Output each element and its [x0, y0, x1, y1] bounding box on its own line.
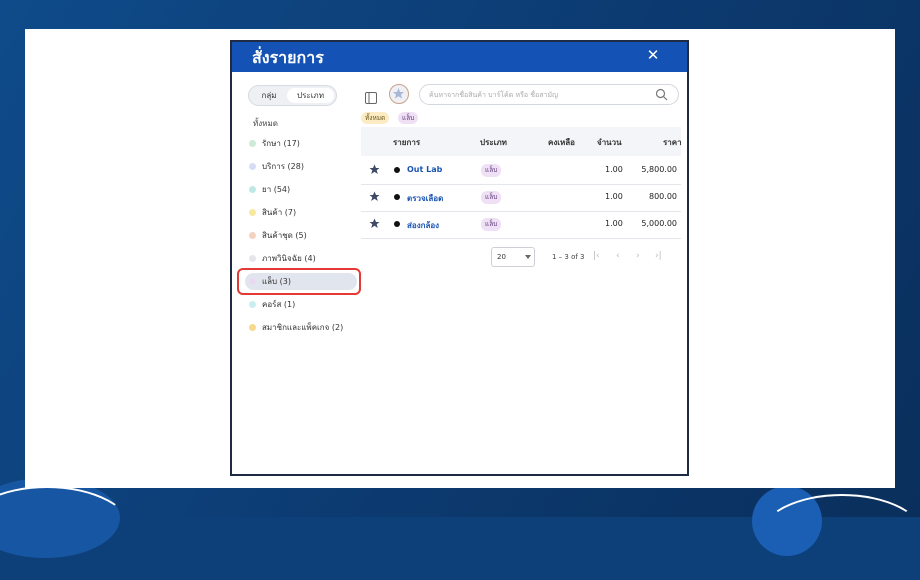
- item-price: 5,800.00: [641, 165, 677, 174]
- item-name-link[interactable]: ตรวจเลือด: [407, 192, 443, 205]
- category-label: ภาพวินิจฉัย (4): [262, 254, 316, 263]
- filter-chip-lab[interactable]: แล็บ: [398, 112, 419, 124]
- next-page-icon[interactable]: ›: [636, 251, 640, 261]
- decorative-arc-right: [760, 494, 920, 578]
- category-label: สมาชิกและแพ็คเกจ (2): [262, 323, 344, 332]
- toggle-type-option[interactable]: ประเภท: [287, 88, 334, 103]
- prev-page-icon[interactable]: ‹: [616, 251, 620, 261]
- last-page-icon[interactable]: ›|: [655, 251, 662, 261]
- column-header-item: รายการ: [393, 138, 421, 147]
- category-item[interactable]: ยา (54): [245, 181, 357, 198]
- category-all[interactable]: ทั้งหมด: [253, 117, 278, 130]
- category-item[interactable]: คอร์ส (1): [245, 296, 357, 313]
- view-toggle: กลุ่ม ประเภท: [248, 85, 337, 106]
- toggle-group-option[interactable]: กลุ่ม: [252, 88, 286, 103]
- page-size-value: 20: [497, 253, 506, 261]
- item-qty: 1.00: [605, 165, 623, 174]
- category-color-dot: [249, 324, 256, 331]
- column-header-qty: จำนวน: [597, 138, 622, 147]
- category-label: คอร์ส (1): [262, 300, 296, 309]
- category-color-dot: [249, 301, 256, 308]
- category-item[interactable]: ภาพวินิจฉัย (4): [245, 250, 357, 267]
- category-label: สินค้าชุด (5): [262, 231, 307, 240]
- highlight-annotation: [237, 268, 361, 295]
- category-label: บริการ (28): [262, 162, 304, 171]
- search-placeholder: ค้นหาจากชื่อสินค้า บาร์โค้ด หรือ ชื่อสาม…: [429, 91, 559, 99]
- column-header-price: ราคา: [663, 138, 682, 147]
- first-page-icon[interactable]: |‹: [593, 251, 600, 261]
- type-badge: แล็บ: [481, 164, 502, 177]
- category-item[interactable]: สมาชิกและแพ็คเกจ (2): [245, 319, 357, 336]
- table-row[interactable]: Out Lab แล็บ 1.00 5,800.00: [361, 157, 681, 185]
- search-field[interactable]: ค้นหาจากชื่อสินค้า บาร์โค้ด หรือ ชื่อสาม…: [419, 84, 679, 105]
- column-header-stock: คงเหลือ: [548, 138, 575, 147]
- pagination-range: 1 – 3 of 3: [552, 253, 585, 261]
- filter-chip-all[interactable]: ทั้งหมด: [361, 112, 390, 124]
- item-qty: 1.00: [605, 219, 623, 228]
- star-icon[interactable]: [369, 164, 380, 175]
- type-badge: แล็บ: [481, 191, 502, 204]
- modal-header: สั่งรายการ ✕: [232, 42, 687, 72]
- panel-toggle-icon[interactable]: [365, 89, 377, 104]
- star-icon: [393, 88, 404, 99]
- star-icon[interactable]: [369, 191, 380, 202]
- category-label: สินค้า (7): [262, 208, 297, 217]
- category-item[interactable]: สินค้าชุด (5): [245, 227, 357, 244]
- category-color-dot: [249, 232, 256, 239]
- item-price: 800.00: [649, 192, 677, 201]
- row-dot: [394, 194, 400, 200]
- item-price: 5,000.00: [641, 219, 677, 228]
- category-color-dot: [249, 209, 256, 216]
- star-icon[interactable]: [369, 218, 380, 229]
- search-icon[interactable]: [655, 88, 668, 101]
- chevron-down-icon: [525, 255, 531, 259]
- item-name-link[interactable]: ส่องกล้อง: [407, 219, 439, 232]
- category-item[interactable]: สินค้า (7): [245, 204, 357, 221]
- type-badge: แล็บ: [481, 218, 502, 231]
- category-color-dot: [249, 186, 256, 193]
- category-color-dot: [249, 140, 256, 147]
- favorite-filter-button[interactable]: [389, 84, 409, 104]
- table-row[interactable]: ส่องกล้อง แล็บ 1.00 5,000.00: [361, 211, 681, 239]
- table-header: รายการ ประเภท คงเหลือ จำนวน ราคา: [361, 127, 682, 156]
- close-button[interactable]: ✕: [644, 46, 662, 64]
- category-color-dot: [249, 163, 256, 170]
- column-header-type: ประเภท: [480, 138, 507, 147]
- row-dot: [394, 221, 400, 227]
- modal-title: สั่งรายการ: [252, 48, 324, 67]
- row-dot: [394, 167, 400, 173]
- category-label: รักษา (17): [262, 139, 300, 148]
- category-item[interactable]: รักษา (17): [245, 135, 357, 152]
- category-color-dot: [249, 255, 256, 262]
- item-name-link[interactable]: Out Lab: [407, 165, 442, 174]
- page-size-select[interactable]: 20: [491, 247, 535, 267]
- item-qty: 1.00: [605, 192, 623, 201]
- table-row[interactable]: ตรวจเลือด แล็บ 1.00 800.00: [361, 184, 681, 212]
- category-item[interactable]: บริการ (28): [245, 158, 357, 175]
- category-label: ยา (54): [262, 185, 291, 194]
- order-modal: สั่งรายการ ✕ กลุ่ม ประเภท ทั้งหมด รักษา …: [230, 40, 689, 476]
